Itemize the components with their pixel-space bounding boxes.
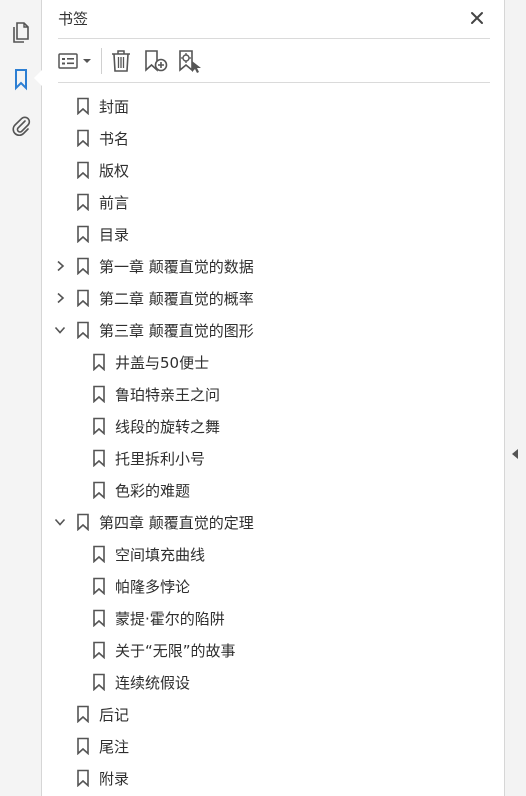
bookmark-item-icon (76, 161, 90, 179)
bookmark-label: 空间填充曲线 (115, 545, 206, 564)
bookmark-item-icon (92, 449, 106, 467)
bookmark-label: 后记 (99, 705, 130, 724)
bookmark-item-icon (92, 417, 106, 435)
new-bookmark-button[interactable] (142, 48, 170, 74)
bookmarks-toolbar (42, 40, 504, 82)
chevron-right-icon[interactable] (54, 260, 66, 272)
bookmark-item-icon (92, 609, 106, 627)
bookmark-item[interactable]: 托里拆利小号 (42, 442, 504, 474)
bookmark-item[interactable]: 前言 (42, 186, 504, 218)
bookmark-item[interactable]: 封面 (42, 90, 504, 122)
bookmark-item[interactable]: 色彩的难题 (42, 474, 504, 506)
bookmark-label: 目录 (99, 225, 130, 244)
bookmark-item-icon (76, 225, 90, 243)
bookmark-label: 托里拆利小号 (115, 449, 206, 468)
bookmark-item-icon (76, 769, 90, 787)
bookmark-item[interactable]: 空间填充曲线 (42, 538, 504, 570)
bookmark-item[interactable]: 蒙提·霍尔的陷阱 (42, 602, 504, 634)
options-menu-icon (58, 53, 91, 69)
navigation-rail (0, 0, 42, 796)
bookmark-label: 前言 (99, 193, 130, 212)
bookmark-label: 连续统假设 (115, 673, 191, 692)
bookmark-item[interactable]: 目录 (42, 218, 504, 250)
header-divider (58, 38, 490, 39)
toolbar-divider-bottom (58, 82, 490, 83)
bookmark-item-icon (76, 737, 90, 755)
options-menu-button[interactable] (56, 48, 96, 74)
bookmark-item[interactable]: 第二章 颠覆直觉的概率 (42, 282, 504, 314)
right-pane-strip (504, 0, 526, 796)
bookmark-item[interactable]: 后记 (42, 698, 504, 730)
bookmark-label: 线段的旋转之舞 (115, 417, 221, 436)
bookmark-item[interactable]: 连续统假设 (42, 666, 504, 698)
bookmark-label: 尾注 (99, 737, 130, 756)
bookmark-label: 第一章 颠覆直觉的数据 (99, 257, 254, 276)
bookmark-item[interactable]: 鲁珀特亲王之问 (42, 378, 504, 410)
bookmark-from-selection-icon (179, 50, 201, 73)
bookmark-from-selection-button[interactable] (176, 48, 204, 74)
bookmark-label: 书名 (99, 129, 130, 148)
expand-pane-arrow-icon[interactable] (512, 449, 518, 459)
bookmark-label: 蒙提·霍尔的陷阱 (115, 609, 225, 628)
bookmarks-panel: 书签 封面 书名 版权 前言 目录 第一章 颠覆直觉的数据 第二章 颠覆直觉的概… (42, 0, 504, 796)
bookmark-icon[interactable] (6, 64, 36, 94)
delete-bookmark-button[interactable] (108, 48, 134, 74)
bookmark-label: 色彩的难题 (115, 481, 191, 500)
bookmark-item-icon (76, 321, 90, 339)
bookmark-item-icon (76, 129, 90, 147)
bookmark-item-icon (92, 353, 106, 371)
bookmark-label: 第二章 颠覆直觉的概率 (99, 289, 254, 308)
bookmark-item-icon (76, 257, 90, 275)
bookmark-item[interactable]: 第四章 颠覆直觉的定理 (42, 506, 504, 538)
panel-title: 书签 (58, 10, 89, 28)
bookmark-item[interactable]: 井盖与50便士 (42, 346, 504, 378)
bookmark-label: 版权 (99, 161, 130, 180)
chevron-down-icon[interactable] (54, 516, 66, 528)
new-bookmark-icon (145, 50, 168, 72)
panel-header: 书签 (42, 0, 504, 38)
bookmark-item[interactable]: 关于“无限”的故事 (42, 634, 504, 666)
bookmark-item[interactable]: 第三章 颠覆直觉的图形 (42, 314, 504, 346)
delete-icon (112, 50, 130, 72)
toolbar-divider (101, 48, 102, 74)
bookmark-item-icon (92, 641, 106, 659)
bookmark-label: 第三章 颠覆直觉的图形 (99, 321, 254, 340)
bookmark-item-icon (76, 193, 90, 211)
bookmark-label: 井盖与50便士 (115, 353, 210, 372)
bookmark-item[interactable]: 附录 (42, 762, 504, 794)
bookmark-item-icon (76, 289, 90, 307)
bookmark-label: 封面 (99, 97, 130, 116)
bookmark-item-icon (76, 705, 90, 723)
bookmark-item[interactable]: 书名 (42, 122, 504, 154)
bookmark-item[interactable]: 版权 (42, 154, 504, 186)
bookmark-item-icon (92, 385, 106, 403)
bookmark-item[interactable]: 线段的旋转之舞 (42, 410, 504, 442)
chevron-down-icon[interactable] (54, 324, 66, 336)
close-panel-button[interactable] (466, 7, 488, 29)
bookmark-item[interactable]: 尾注 (42, 730, 504, 762)
bookmark-item-icon (76, 97, 90, 115)
attachment-icon[interactable] (6, 110, 36, 140)
bookmark-label: 关于“无限”的故事 (115, 641, 236, 660)
bookmark-item[interactable]: 第一章 颠覆直觉的数据 (42, 250, 504, 282)
bookmark-label: 附录 (99, 769, 130, 788)
bookmark-label: 鲁珀特亲王之问 (115, 385, 221, 404)
pages-icon[interactable] (6, 17, 36, 47)
bookmark-label: 帕隆多悖论 (115, 577, 191, 596)
bookmark-item-icon (92, 481, 106, 499)
bookmark-item-icon (92, 673, 106, 691)
bookmark-item[interactable]: 帕隆多悖论 (42, 570, 504, 602)
chevron-right-icon[interactable] (54, 292, 66, 304)
close-icon (471, 12, 483, 24)
active-indicator (34, 70, 42, 86)
bookmark-label: 第四章 颠覆直觉的定理 (99, 513, 254, 532)
bookmark-item-icon (92, 545, 106, 563)
bookmark-item-icon (92, 577, 106, 595)
bookmark-item-icon (76, 513, 90, 531)
